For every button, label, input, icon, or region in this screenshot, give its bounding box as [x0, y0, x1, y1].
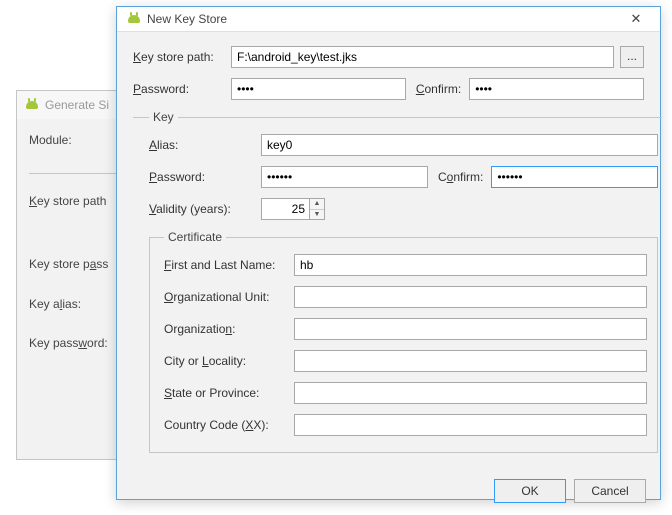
country-code-label: Country Code (XX):	[164, 418, 294, 432]
validity-label: Validity (years):	[149, 202, 261, 216]
key-password-label: Password:	[149, 170, 261, 184]
dialog-footer: OK Cancel	[117, 469, 660, 515]
org-unit-label: Organizational Unit:	[164, 290, 294, 304]
confirm-input[interactable]	[469, 78, 644, 100]
android-icon	[25, 98, 39, 112]
validity-spinner[interactable]: ▲ ▼	[261, 198, 325, 220]
spinner-down-icon[interactable]: ▼	[310, 210, 324, 220]
close-icon[interactable]: ✕	[622, 7, 650, 31]
bg-title: Generate Si	[45, 98, 109, 112]
key-password-input[interactable]	[261, 166, 428, 188]
fg-titlebar: New Key Store ✕	[117, 7, 660, 32]
ok-button[interactable]: OK	[494, 479, 566, 503]
confirm-label: Confirm:	[416, 82, 461, 96]
android-icon	[127, 12, 141, 26]
keystore-path-input[interactable]	[231, 46, 614, 68]
validity-input[interactable]	[261, 198, 309, 220]
alias-input[interactable]	[261, 134, 658, 156]
key-fieldset: Key Alias: Password: Confirm: Valid	[133, 110, 662, 459]
country-code-input[interactable]	[294, 414, 647, 436]
dialog-title: New Key Store	[147, 12, 622, 26]
org-unit-input[interactable]	[294, 286, 647, 308]
organization-label: Organization:	[164, 322, 294, 336]
new-key-store-dialog: New Key Store ✕ Key store path: ... Pass…	[116, 6, 661, 500]
cancel-button[interactable]: Cancel	[574, 479, 646, 503]
certificate-legend: Certificate	[164, 230, 226, 244]
city-label: City or Locality:	[164, 354, 294, 368]
state-input[interactable]	[294, 382, 647, 404]
keystore-path-label: Key store path:	[133, 50, 231, 64]
state-label: State or Province:	[164, 386, 294, 400]
city-input[interactable]	[294, 350, 647, 372]
browse-button[interactable]: ...	[620, 46, 644, 68]
spinner-up-icon[interactable]: ▲	[310, 199, 324, 210]
certificate-fieldset: Certificate First and Last Name: Organiz…	[149, 230, 658, 453]
key-confirm-input[interactable]	[491, 166, 658, 188]
organization-input[interactable]	[294, 318, 647, 340]
first-last-name-label: First and Last Name:	[164, 258, 294, 272]
password-label: Password:	[133, 82, 231, 96]
key-confirm-label: Confirm:	[438, 170, 483, 184]
alias-label: Alias:	[149, 138, 261, 152]
first-last-name-input[interactable]	[294, 254, 647, 276]
password-input[interactable]	[231, 78, 406, 100]
key-legend: Key	[149, 110, 178, 124]
